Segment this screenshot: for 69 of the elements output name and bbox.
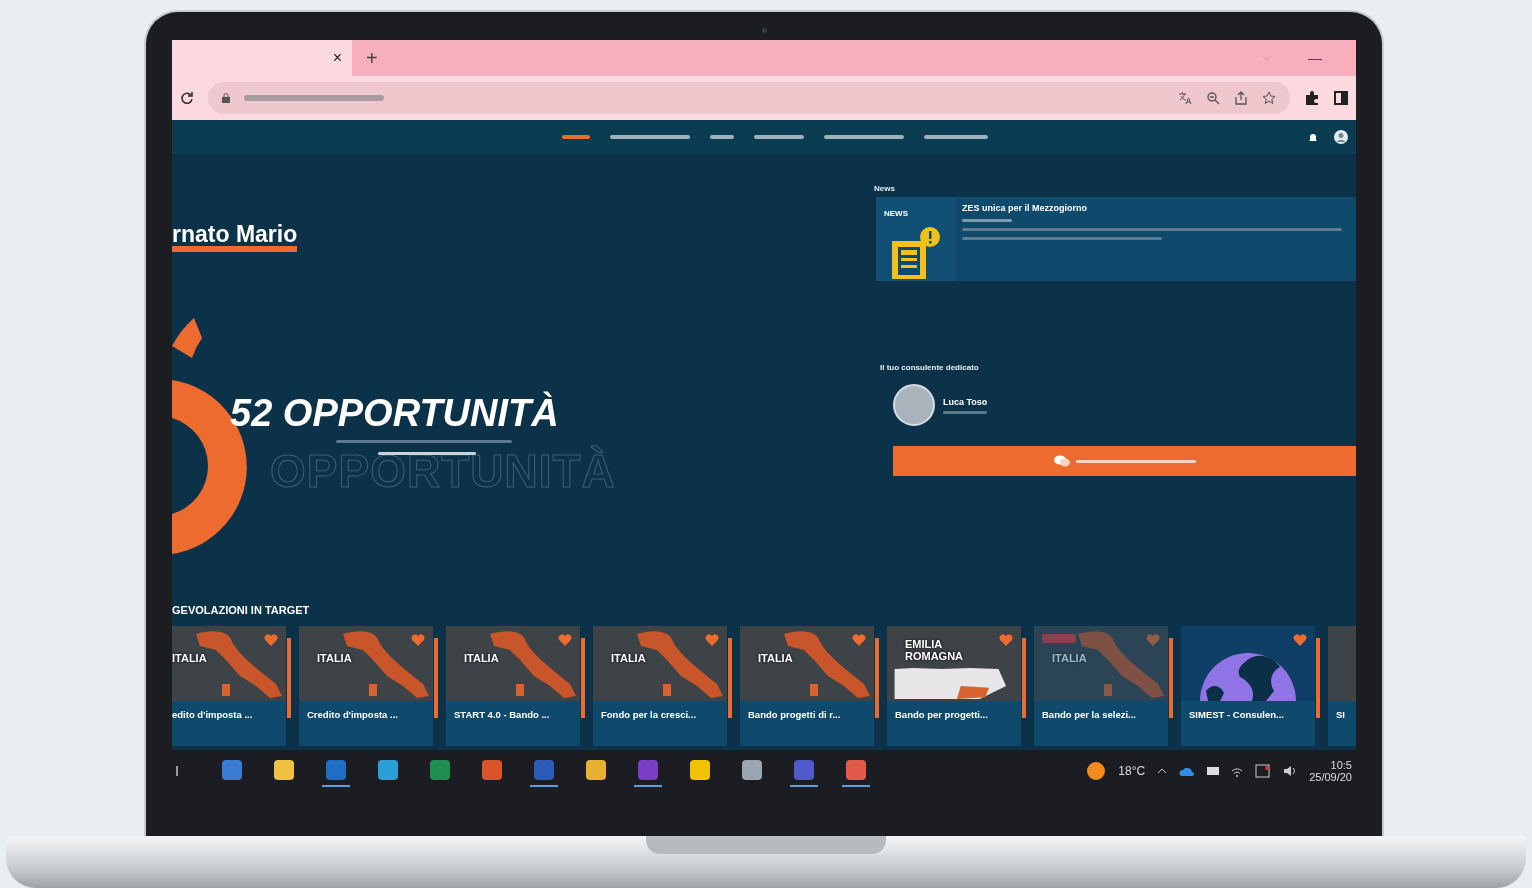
- sidebar-icon[interactable]: [1334, 91, 1348, 105]
- heart-icon[interactable]: [1293, 634, 1307, 646]
- cloud-icon[interactable]: [1179, 766, 1196, 776]
- card-title: Bando per la selezi...: [1041, 708, 1137, 720]
- heart-icon[interactable]: [264, 634, 278, 646]
- card-title: SI: [1335, 708, 1346, 720]
- heart-icon[interactable]: [705, 634, 719, 646]
- heart-icon[interactable]: [558, 634, 572, 646]
- status-badge: [1042, 634, 1076, 643]
- puzzle-icon[interactable]: [1304, 90, 1320, 106]
- consultant-name: Luca Toso: [943, 396, 988, 407]
- news-label: News: [874, 184, 895, 193]
- region-label: ITALIA: [172, 652, 208, 664]
- star-icon[interactable]: [1262, 91, 1276, 105]
- temperature-text: 18°C: [1118, 764, 1146, 778]
- card-title: Bando progetti di r...: [747, 708, 842, 720]
- card-title: Fondo per la cresci...: [600, 708, 698, 720]
- zoom-icon[interactable]: [1206, 91, 1220, 105]
- news-image: NEWS: [876, 197, 956, 281]
- weather-icon: [1086, 761, 1107, 781]
- avatar-icon[interactable]: [1334, 130, 1348, 144]
- region-label: EMILIA ROMAGNA: [905, 638, 965, 662]
- grant-card[interactable]: ITALIA Bando per la selezi...: [1034, 626, 1168, 746]
- grant-card[interactable]: ITALIA START 4.0 - Bando ...: [446, 626, 580, 746]
- card-title: edito d'imposta ...: [172, 708, 254, 720]
- card-title: Bando per progetti...: [894, 708, 989, 720]
- news-card[interactable]: NEWS ZES unica per il Mezzogiorno: [876, 197, 1356, 281]
- heart-icon[interactable]: [999, 634, 1013, 646]
- share-icon[interactable]: [1234, 91, 1248, 105]
- grant-card[interactable]: EMILIA ROMAGNA Bando per progetti...: [887, 626, 1021, 746]
- reload-icon[interactable]: [180, 91, 194, 105]
- consultant-heading: Il tuo consulente dedicato: [880, 363, 979, 372]
- section-heading: GEVOLAZIONI IN TARGET: [172, 604, 310, 616]
- card-title: SIMEST - Consulen...: [1188, 708, 1285, 720]
- region-label: ITALIA: [758, 652, 794, 664]
- region-label: ITALIA: [317, 652, 353, 664]
- chevron-up-icon[interactable]: [1157, 768, 1168, 774]
- grant-card[interactable]: SIMEST - Consulen...: [1181, 626, 1315, 746]
- nav-link[interactable]: [562, 135, 590, 139]
- translate-icon[interactable]: [1178, 91, 1192, 105]
- new-tab-button[interactable]: +: [366, 46, 378, 70]
- heart-icon[interactable]: [411, 634, 425, 646]
- bell-icon[interactable]: [1308, 131, 1318, 143]
- opportunities-headline: 52 OPPORTUNITÀ: [230, 392, 559, 435]
- card-title: Credito d'imposta ...: [306, 708, 399, 720]
- heart-icon[interactable]: [852, 634, 866, 646]
- minimize-button[interactable]: —: [1308, 50, 1322, 66]
- grant-card[interactable]: ITALIA Bando progetti di r...: [740, 626, 874, 746]
- greeting-heading: rnato Mario: [172, 222, 298, 252]
- chat-icon: [1053, 455, 1070, 467]
- close-tab-button[interactable]: ×: [332, 49, 342, 67]
- network-icon[interactable]: [1231, 765, 1244, 777]
- news-title[interactable]: ZES unica per il Mezzogiorno: [962, 203, 1087, 213]
- region-label: ITALIA: [1052, 652, 1088, 664]
- region-label: ITALIA: [464, 652, 500, 664]
- avatar-placeholder: [893, 384, 935, 426]
- region-label: ITALIA: [611, 652, 647, 664]
- grant-card[interactable]: ITALIA Fondo per la cresci...: [593, 626, 727, 746]
- clock-date[interactable]: 25/09/20: [1309, 771, 1352, 783]
- card-title: START 4.0 - Bando ...: [453, 708, 551, 720]
- lock-icon[interactable]: [222, 93, 230, 103]
- display-icon[interactable]: [1207, 766, 1220, 776]
- speaker-icon[interactable]: [1283, 765, 1298, 777]
- grant-card[interactable]: ITALIA Credito d'imposta ...: [299, 626, 433, 746]
- nav-link[interactable]: [710, 135, 734, 139]
- browser-tab[interactable]: ×: [172, 40, 352, 76]
- grant-card[interactable]: SI: [1328, 626, 1356, 746]
- grant-card[interactable]: ITALIA edito d'imposta ...: [172, 626, 286, 746]
- clock-time[interactable]: 10:5: [1330, 759, 1352, 771]
